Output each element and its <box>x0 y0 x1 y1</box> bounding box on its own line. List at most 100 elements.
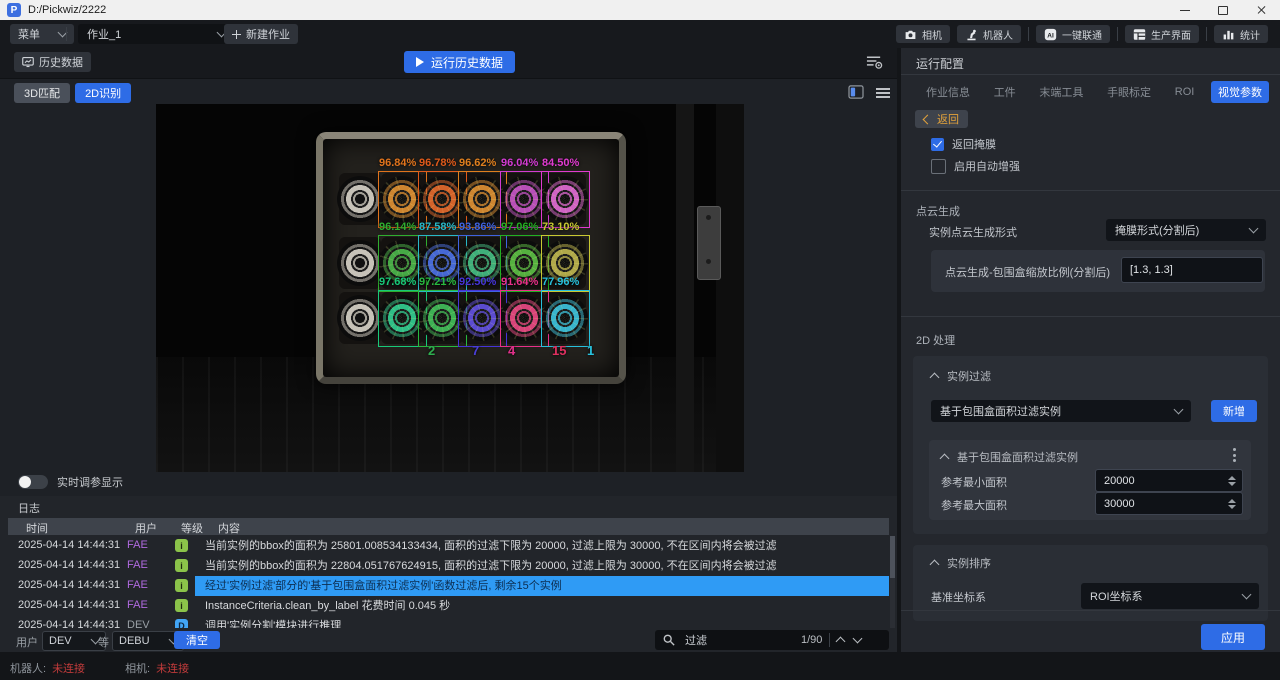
log-level-icon: D <box>175 619 188 628</box>
camera-image[interactable]: 96.84%96.78%96.62%96.04%84.50%96.14%87.5… <box>156 104 744 472</box>
menubar-camera-button[interactable]: 相机 <box>896 25 950 43</box>
menubar-ai-button[interactable]: AI一键联通 <box>1036 25 1110 43</box>
log-search-box[interactable]: 1/90 <box>655 630 889 650</box>
max-area-spinner[interactable] <box>1095 492 1243 515</box>
instance-filter-header[interactable]: 实例过滤 <box>931 368 991 384</box>
panel-layout-button[interactable] <box>848 85 864 104</box>
instance-sort-header[interactable]: 实例排序 <box>931 555 991 571</box>
maximize-icon <box>1218 6 1228 15</box>
instance-id-label: 1 <box>587 343 594 358</box>
view-tab-2D识别[interactable]: 2D识别 <box>75 83 131 103</box>
next-match-button[interactable] <box>853 634 863 644</box>
config-tab-视觉参数[interactable]: 视觉参数 <box>1211 81 1269 103</box>
robot-label: 机器人 <box>983 27 1013 42</box>
history-data-button[interactable]: 历史数据 <box>14 52 91 72</box>
filter-function-select[interactable]: 基于包围盒面积过滤实例 <box>931 400 1191 422</box>
config-tab-末端工具[interactable]: 末端工具 <box>1032 81 1090 103</box>
bbox-area-filter-header[interactable]: 基于包围盒面积过滤实例 <box>941 449 1078 465</box>
log-time: 2025-04-14 14:44:31 <box>18 599 120 611</box>
base-coord-select[interactable]: ROI坐标系 <box>1081 583 1259 609</box>
max-area-input[interactable] <box>1096 498 1228 510</box>
chevron-left-icon <box>923 114 933 124</box>
log-level-icon: i <box>175 559 188 572</box>
log-row[interactable]: 2025-04-14 14:44:31FAEi当前实例的bbox的面积为 258… <box>0 536 889 556</box>
menubar-divider <box>1206 27 1207 41</box>
auto-enhance-checkbox-row[interactable]: 启用自动增强 <box>931 158 1020 174</box>
checkbox-unchecked-icon[interactable] <box>931 159 946 174</box>
collapse-icon <box>940 454 950 464</box>
minimize-icon <box>1180 10 1190 11</box>
user-filter-label: 用户 <box>16 634 38 650</box>
window-title: D:/Pickwiz/2222 <box>28 4 106 16</box>
log-search-input[interactable] <box>683 633 797 647</box>
menubar-right-buttons: 相机 机器人 AI一键联通生产界面统计 <box>896 25 1268 43</box>
menubar-stats-button[interactable]: 统计 <box>1214 25 1268 43</box>
min-area-input[interactable] <box>1096 475 1228 487</box>
log-row[interactable]: 2025-04-14 14:44:31FAEi经过'实例过滤'部分的'基于包围盒… <box>0 576 889 596</box>
spinner-arrows[interactable] <box>1228 499 1236 509</box>
pointcloud-scale-input[interactable] <box>1121 257 1263 283</box>
menu-dropdown[interactable]: 菜单 <box>10 24 74 44</box>
user-filter-select[interactable]: DEV <box>42 631 106 651</box>
log-scrollbar-thumb[interactable] <box>890 536 895 578</box>
log-time: 2025-04-14 14:44:31 <box>18 579 120 591</box>
clear-log-button[interactable]: 清空 <box>174 631 220 649</box>
detected-part-mask <box>459 176 505 222</box>
config-tab-工件[interactable]: 工件 <box>987 81 1023 103</box>
detection-score-label: 96.78% <box>419 157 456 169</box>
pointcloud-scale-label: 点云生成-包围盒缩放比例(分割后) <box>945 264 1110 280</box>
log-panel: 日志 时间 用户 等级 内容 2025-04-14 14:44:31FAEi当前… <box>0 496 897 652</box>
minimize-button[interactable] <box>1166 0 1204 20</box>
spinner-arrows[interactable] <box>1228 476 1236 486</box>
new-job-label: 新建作业 <box>246 26 290 42</box>
config-tab-手眼标定[interactable]: 手眼标定 <box>1100 81 1158 103</box>
job-select[interactable]: 作业_1 <box>78 24 234 44</box>
camera-status-value: 未连接 <box>156 660 189 676</box>
close-icon <box>1256 5 1266 15</box>
log-scrollbar[interactable] <box>890 536 895 628</box>
menubar-production-button[interactable]: 生产界面 <box>1125 25 1199 43</box>
divider <box>901 74 1280 75</box>
checkbox-checked-icon[interactable] <box>931 138 944 151</box>
config-tab-ROI[interactable]: ROI <box>1168 83 1202 101</box>
instance-id-label: 7 <box>472 343 479 358</box>
menubar-robot-button[interactable]: 机器人 <box>957 25 1021 43</box>
menubar: 菜单 作业_1 新建作业 相机 机器人 AI一键联通生产界面统计 <box>0 20 1280 48</box>
collapse-icon <box>930 560 940 570</box>
min-area-spinner[interactable] <box>1095 469 1243 492</box>
menubar-divider <box>66 27 67 41</box>
history-data-label: 历史数据 <box>39 54 83 70</box>
back-button[interactable]: 返回 <box>915 110 968 128</box>
maximize-button[interactable] <box>1204 0 1242 20</box>
production-icon <box>1133 28 1146 41</box>
previous-match-button[interactable] <box>836 637 846 647</box>
config-tab-作业信息[interactable]: 作业信息 <box>919 81 977 103</box>
kebab-menu-icon[interactable] <box>1233 448 1236 462</box>
log-row[interactable]: 2025-04-14 14:44:31DEVD调用'实例分割'模块进行推理 <box>0 616 889 628</box>
realtime-display-toggle[interactable] <box>18 475 48 489</box>
view-tab-3D匹配[interactable]: 3D匹配 <box>14 83 70 103</box>
checkbox-label: 返回掩膜 <box>952 136 996 152</box>
robot-status-label: 机器人: <box>10 660 46 676</box>
realtime-toggle-label: 实时调参显示 <box>57 474 123 490</box>
menu-hamburger-button[interactable] <box>876 86 890 100</box>
log-row[interactable]: 2025-04-14 14:44:31FAEi当前实例的bbox的面积为 228… <box>0 556 889 576</box>
new-job-button[interactable]: 新建作业 <box>224 24 298 44</box>
return-mask-checkbox-row[interactable]: 返回掩膜 <box>931 136 996 152</box>
level-filter-label: 等 <box>98 634 109 650</box>
close-button[interactable] <box>1242 0 1280 20</box>
add-filter-button[interactable]: 新增 <box>1211 400 1257 422</box>
display-settings-button[interactable] <box>866 54 883 75</box>
search-divider <box>829 633 830 647</box>
pointcloud-form-label: 实例点云生成形式 <box>929 224 1017 240</box>
svg-text:AI: AI <box>1047 32 1054 39</box>
collapse-icon <box>930 373 940 383</box>
log-row[interactable]: 2025-04-14 14:44:31FAEiInstanceCriteria.… <box>0 596 889 616</box>
apply-button[interactable]: 应用 <box>1201 624 1265 650</box>
log-time: 2025-04-14 14:44:31 <box>18 539 120 551</box>
pointcloud-form-select[interactable]: 掩膜形式(分割后) <box>1106 219 1266 241</box>
instance-id-label: 2 <box>428 343 435 358</box>
log-col-content: 内容 <box>218 520 240 536</box>
run-history-button[interactable]: 运行历史数据 <box>404 51 515 73</box>
instance-sort-title: 实例排序 <box>947 555 991 571</box>
